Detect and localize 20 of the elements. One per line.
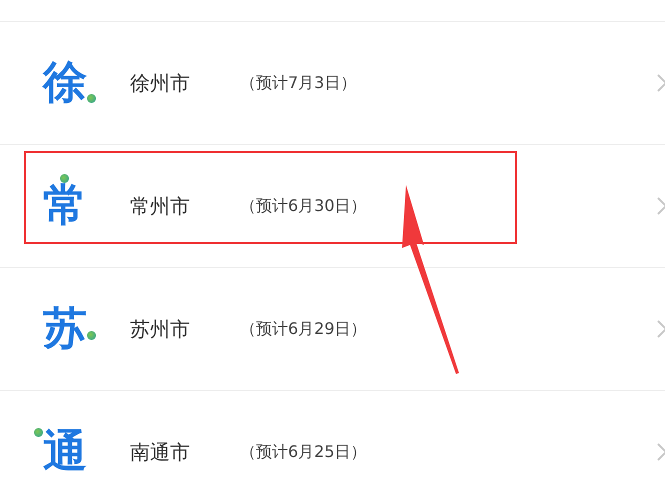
expected-date: （预计6月29日） <box>240 318 367 340</box>
city-logo-character: 徐 <box>43 61 87 105</box>
city-name[interactable]: 苏州市 <box>130 316 240 342</box>
chevron-icon[interactable] <box>655 73 665 93</box>
dot-icon <box>87 94 96 103</box>
chevron-icon[interactable] <box>655 196 665 216</box>
city-logo-character: 常 <box>43 184 87 228</box>
city-name[interactable]: 南通市 <box>130 438 240 466</box>
dot-icon <box>34 428 43 437</box>
expected-date: （预计7月3日） <box>240 72 356 94</box>
dot-icon <box>60 174 69 183</box>
chevron-icon[interactable] <box>655 442 665 462</box>
dot-icon <box>87 331 96 340</box>
city-logo-character: 苏 <box>43 307 87 351</box>
city-logo-character: 通 <box>43 430 87 474</box>
chevron-icon[interactable] <box>655 319 665 339</box>
city-name[interactable]: 徐州市 <box>130 70 240 96</box>
expected-date: （预计6月30日） <box>240 196 367 216</box>
city-name[interactable]: 常州市 <box>130 192 240 220</box>
expected-date: （预计6月25日） <box>240 442 367 462</box>
